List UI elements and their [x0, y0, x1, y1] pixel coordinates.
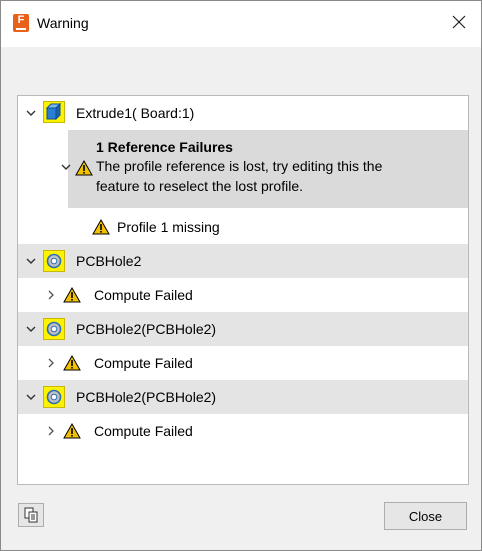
warning-icon [63, 423, 81, 439]
window-title: Warning [37, 15, 89, 31]
tree-row-pcbhole[interactable]: PCBHole2(PCBHole2) [18, 380, 468, 414]
warning-icon [63, 355, 81, 371]
warning-dialog: F Warning Extrude1( Board:1) 1 Reference… [0, 0, 482, 551]
pcbhole-label: PCBHole2(PCBHole2) [76, 389, 217, 405]
reference-failures-message: The profile reference is lost, try editi… [96, 158, 383, 194]
reference-failure-block[interactable]: 1 Reference Failures The profile referen… [61, 130, 468, 208]
chevron-down-icon[interactable] [60, 161, 72, 173]
chevron-right-icon[interactable] [45, 425, 57, 437]
extrude-label: Extrude1( Board:1) [76, 105, 195, 121]
tree-row-compute-failed[interactable]: Compute Failed [18, 346, 468, 380]
chevron-down-icon[interactable] [25, 255, 37, 267]
chevron-down-icon[interactable] [25, 323, 37, 335]
pcbhole-label: PCBHole2(PCBHole2) [76, 321, 217, 337]
warning-icon [63, 287, 81, 303]
tree-row-compute-failed[interactable]: Compute Failed [18, 414, 468, 448]
chevron-down-icon[interactable] [25, 107, 37, 119]
copy-icon[interactable] [24, 507, 38, 523]
extrude-body-icon [43, 101, 65, 123]
copy-button[interactable] [18, 503, 44, 527]
close-icon[interactable] [452, 15, 466, 29]
profile-missing-label: Profile 1 missing [117, 219, 220, 235]
tree-row-extrude[interactable]: Extrude1( Board:1) [18, 96, 468, 130]
close-button[interactable]: Close [384, 502, 467, 530]
hole-feature-icon [43, 318, 65, 340]
compute-failed-label: Compute Failed [94, 355, 193, 371]
tree-row-profile-missing[interactable]: Profile 1 missing [18, 210, 468, 244]
warning-icon [92, 219, 110, 235]
compute-failed-label: Compute Failed [94, 423, 193, 439]
tree-row-compute-failed[interactable]: Compute Failed [18, 278, 468, 312]
app-icon: F [13, 14, 29, 32]
warning-icon [75, 160, 93, 176]
chevron-right-icon[interactable] [45, 289, 57, 301]
failure-tree: Extrude1( Board:1) 1 Reference Failures … [17, 95, 469, 485]
tree-row-pcbhole[interactable]: PCBHole2 [18, 244, 468, 278]
reference-failures-title: 1 Reference Failures [96, 139, 233, 155]
hole-feature-icon [43, 386, 65, 408]
hole-feature-icon [43, 250, 65, 272]
chevron-down-icon[interactable] [25, 391, 37, 403]
chevron-right-icon[interactable] [45, 357, 57, 369]
app-icon-letter: F [17, 14, 25, 26]
title-bar: F Warning [1, 1, 481, 47]
compute-failed-label: Compute Failed [94, 287, 193, 303]
close-window-button[interactable] [447, 10, 471, 34]
pcbhole-label: PCBHole2 [76, 253, 142, 269]
tree-row-pcbhole[interactable]: PCBHole2(PCBHole2) [18, 312, 468, 346]
